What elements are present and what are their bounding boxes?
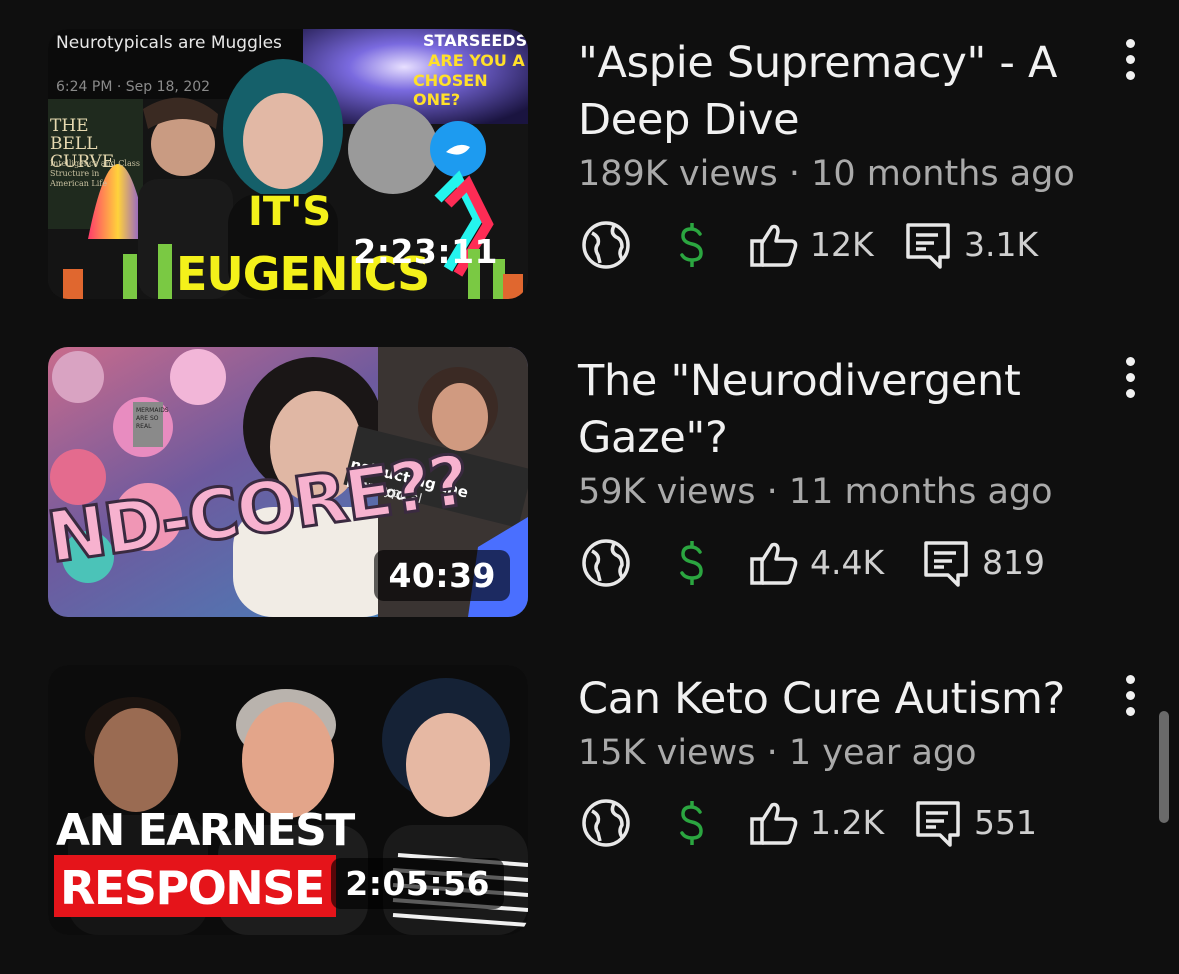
dollar-icon — [680, 541, 703, 585]
thumb-caption-line2: RESPONSE — [60, 861, 325, 915]
video-stats: 4.4K 819 — [578, 535, 1138, 595]
more-vertical-icon[interactable] — [1112, 673, 1152, 723]
meta-separator: · — [755, 472, 789, 512]
dollar-icon — [680, 223, 703, 267]
video-stats: 12K 3.1K — [578, 217, 1138, 277]
view-count: 15K views — [578, 733, 756, 773]
thumbs-up-icon[interactable] — [746, 795, 802, 851]
video-duration: 40:39 — [374, 550, 510, 601]
upload-age: 10 months ago — [811, 154, 1075, 194]
globe-icon — [582, 221, 630, 269]
thumbs-up-icon[interactable] — [746, 535, 802, 591]
video-duration: 2:23:11 — [353, 232, 498, 271]
video-thumbnail[interactable]: Neurotypicals are Muggles 6:24 PM · Sep … — [48, 29, 528, 299]
upload-age: 1 year ago — [788, 733, 977, 773]
dollar-icon — [680, 801, 703, 845]
upload-age: 11 months ago — [788, 472, 1053, 512]
like-count: 12K — [810, 225, 874, 264]
meta-separator: · — [755, 733, 789, 773]
video-title[interactable]: Can Keto Cure Autism? — [578, 671, 1088, 728]
video-duration: 2:05:56 — [331, 858, 504, 909]
view-count: 189K views — [578, 154, 778, 194]
thumb-starseeds-line2: ARE YOU A — [428, 51, 525, 70]
video-item[interactable]: MERMAIDS ARE SO REAL nstructing the Neur… — [0, 347, 1179, 619]
video-title[interactable]: The "Neurodivergent Gaze"? — [578, 353, 1088, 467]
comment-icon[interactable] — [910, 795, 966, 851]
like-count: 1.2K — [810, 803, 885, 842]
thumb-sign-text: MERMAIDS ARE SO REAL — [136, 407, 169, 430]
comment-count: 819 — [982, 543, 1045, 582]
scrollbar[interactable] — [1159, 711, 1169, 823]
thumb-tweet-header: Neurotypicals are Muggles — [56, 33, 282, 53]
comment-count: 3.1K — [964, 225, 1039, 264]
video-meta: 189K views · 10 months ago — [578, 154, 1075, 194]
thumb-book-subtitle: Intelligence and Class Structure in Amer… — [50, 159, 140, 188]
like-count: 4.4K — [810, 543, 885, 582]
globe-icon — [582, 799, 630, 847]
video-title[interactable]: "Aspie Supremacy" - A Deep Dive — [578, 35, 1088, 149]
thumbs-up-icon[interactable] — [746, 217, 802, 273]
globe-icon — [582, 539, 630, 587]
thumb-starseeds-line3: CHOSEN ONE? — [413, 71, 488, 109]
video-thumbnail[interactable]: AN EARNEST RESPONSE 2:05:56 — [48, 665, 528, 935]
video-item[interactable]: Neurotypicals are Muggles 6:24 PM · Sep … — [0, 29, 1179, 301]
video-meta: 59K views · 11 months ago — [578, 472, 1053, 512]
more-vertical-icon[interactable] — [1112, 355, 1152, 405]
view-count: 59K views — [578, 472, 756, 512]
comment-icon[interactable] — [918, 535, 974, 591]
thumb-caption-line1: AN EARNEST — [56, 805, 355, 856]
meta-separator: · — [777, 154, 812, 194]
video-thumbnail[interactable]: MERMAIDS ARE SO REAL nstructing the Neur… — [48, 347, 528, 617]
comment-count: 551 — [974, 803, 1037, 842]
more-vertical-icon[interactable] — [1112, 37, 1152, 87]
thumb-caption-line1: IT'S — [248, 189, 332, 235]
video-meta: 15K views · 1 year ago — [578, 733, 977, 773]
video-stats: 1.2K 551 — [578, 795, 1138, 855]
video-item[interactable]: AN EARNEST RESPONSE 2:05:56 Can Keto Cur… — [0, 665, 1179, 937]
thumb-tweet-time: 6:24 PM · Sep 18, 202 — [56, 79, 211, 95]
thumb-starseeds-line1: STARSEEDS — [423, 31, 528, 50]
comment-icon[interactable] — [900, 217, 956, 273]
